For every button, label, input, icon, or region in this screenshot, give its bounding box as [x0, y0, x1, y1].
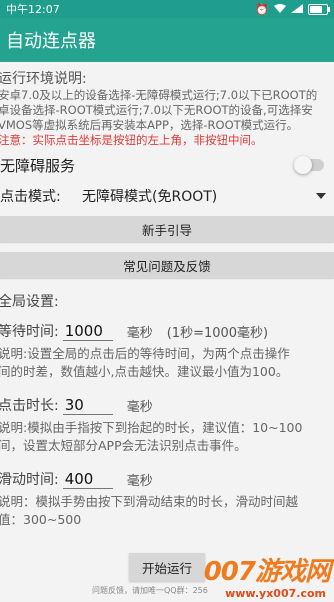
wait-time-desc: 说明:设置全局的点击后的等待时间，为两个点击操作 [0, 346, 290, 361]
env-title: 运行环境说明: [0, 71, 87, 87]
env-line: 卓设备选择-ROOT模式运行;7.0以下无ROOT的设备,可选择安 [0, 103, 313, 117]
wait-time-desc: 间的时差，数值越小,点击越快。建议最小值为100。 [0, 364, 289, 379]
click-mode-row[interactable]: 点击模式: 无障碍模式(免ROOT) [0, 180, 334, 212]
signal-icon [291, 3, 303, 16]
watermark-url: www.yx007.com [225, 587, 326, 600]
wait-time-input[interactable]: 1000 [62, 322, 113, 341]
wait-time-label: 等待时间: [0, 324, 59, 340]
click-duration-desc: 间，设置太短部分APP会无法识别点击事件。 [0, 438, 247, 453]
footer-text: 问题反馈，请加唯一QQ群：256 [92, 586, 208, 595]
env-line: VMOS等虚拟系统后再安装本APP，选择-ROOT模式运行。 [0, 118, 299, 132]
env-line: 安卓7.0及以上的设备选择-无障碍模式运行;7.0以下已ROOT的 [0, 88, 318, 102]
click-mode-label: 点击模式: [0, 189, 61, 205]
swipe-duration-input[interactable]: 400 [62, 470, 113, 489]
battery-icon [308, 3, 330, 15]
app-title: 自动连点器 [6, 31, 96, 52]
click-duration-row: 点击时长: 30 毫秒 [0, 395, 334, 415]
click-duration-label: 点击时长: [0, 398, 59, 414]
start-button[interactable]: 开始运行 [129, 553, 205, 581]
swipe-duration-row: 滑动时间: 400 毫秒 [0, 469, 334, 489]
swipe-duration-desc: 值：300~500 [0, 512, 82, 527]
click-duration-unit: 毫秒 [126, 399, 153, 415]
global-settings-title: 全局设置: [0, 294, 59, 310]
alarm-icon: ⏰ [255, 2, 269, 16]
dropdown-arrow-icon[interactable] [316, 193, 326, 199]
status-bar: 中午12:07 ⏰ [0, 0, 334, 18]
click-mode-select[interactable]: 无障碍模式(免ROOT) [82, 186, 316, 206]
faq-button[interactable]: 常见问题及反馈 [0, 252, 334, 278]
wait-time-row: 等待时间: 1000 毫秒 (1秒=1000毫秒) [0, 321, 334, 341]
accessibility-service-label: 无障碍服务 [0, 156, 76, 175]
status-time: 中午12:07 [6, 3, 60, 16]
swipe-duration-unit: 毫秒 [126, 473, 153, 489]
wifi-icon [274, 3, 286, 16]
wait-time-unit: 毫秒 [126, 325, 153, 341]
wait-time-hint: (1秒=1000毫秒) [166, 325, 269, 341]
status-icons: ⏰ [255, 2, 330, 16]
env-note: 注意：实际点击坐标是按钮的左上角，非按钮中间。 [0, 133, 263, 147]
guide-button[interactable]: 新手引导 [0, 216, 334, 242]
swipe-duration-label: 滑动时间: [0, 472, 59, 488]
accessibility-service-toggle[interactable] [294, 156, 324, 174]
swipe-duration-desc: 说明：模拟手势由按下到滑动结束的时长，滑动时间越 [0, 494, 299, 509]
click-duration-desc: 说明:模拟由手指按下到抬起的时长，建议值：10~100 [0, 420, 303, 435]
accessibility-service-row: 无障碍服务 [0, 150, 334, 180]
click-duration-input[interactable]: 30 [62, 396, 113, 415]
watermark-logo: 007游戏网 [203, 557, 331, 587]
main-content: 运行环境说明: 安卓7.0及以上的设备选择-无障碍模式运行;7.0以下已ROOT… [0, 62, 334, 529]
app-bar: 自动连点器 [0, 18, 334, 62]
